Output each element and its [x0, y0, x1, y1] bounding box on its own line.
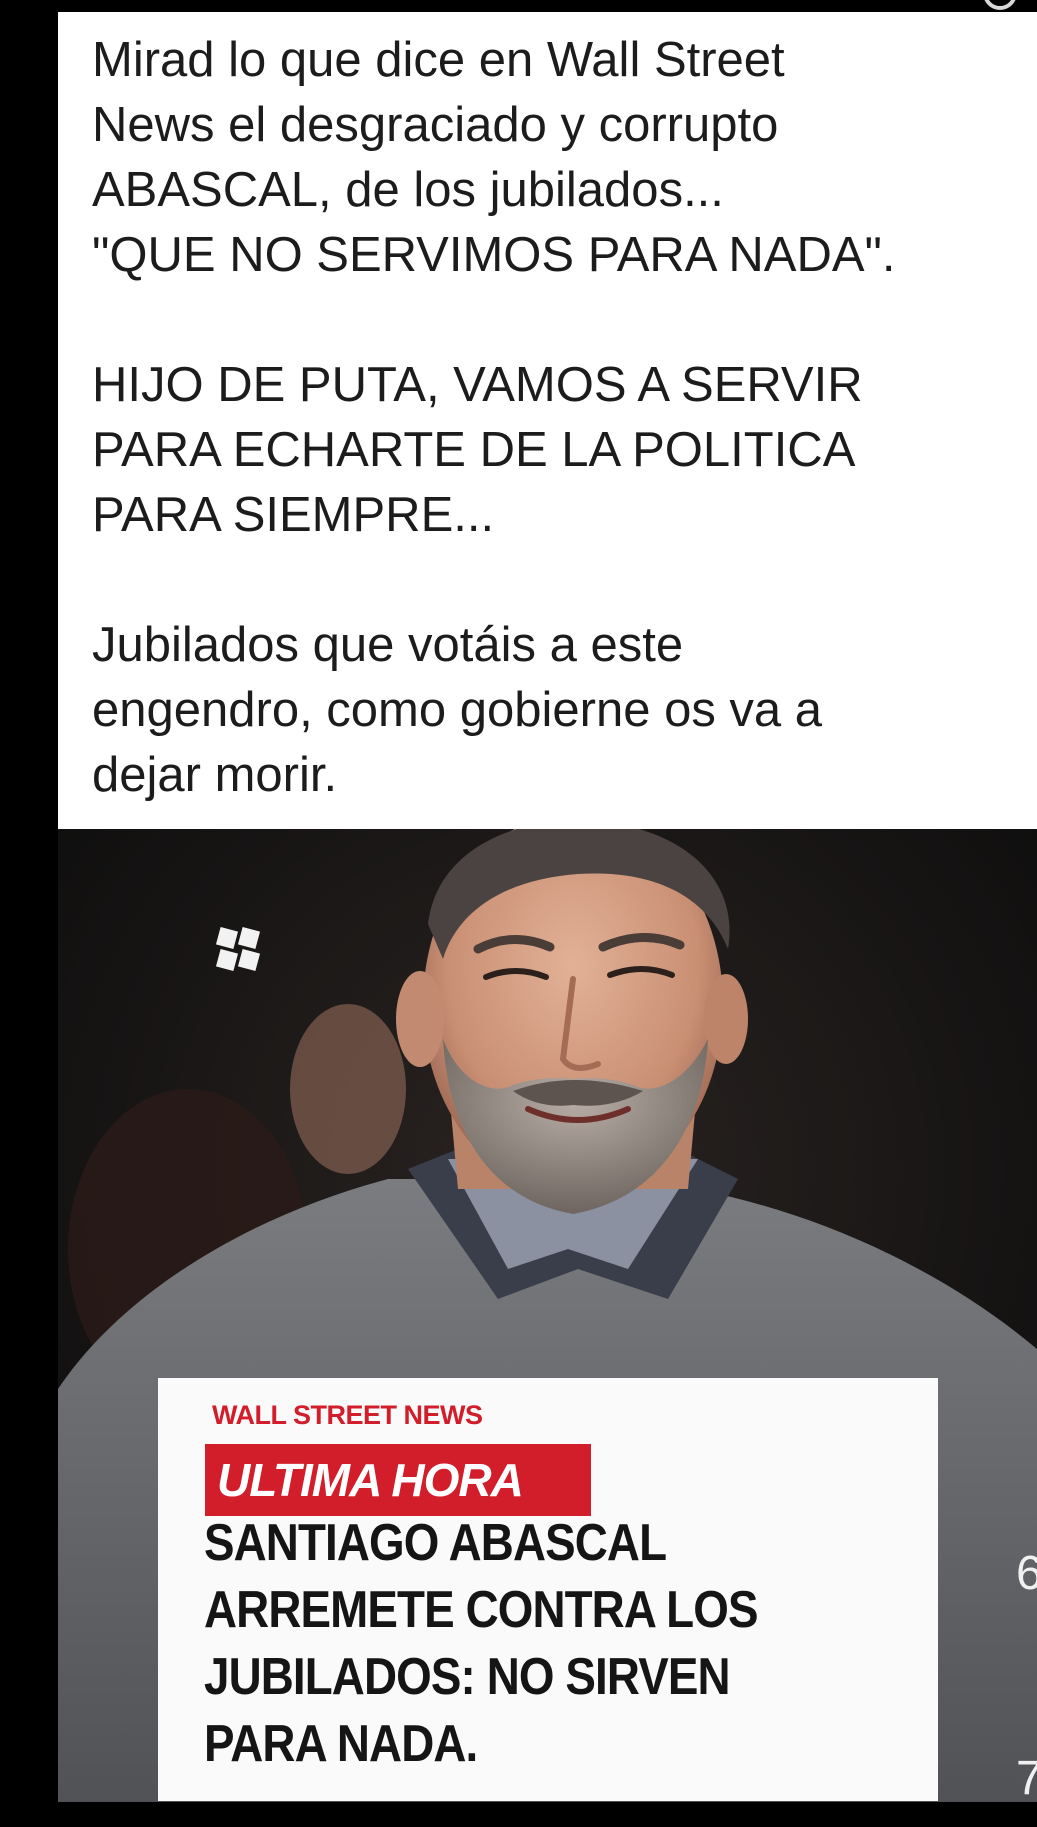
- top-strip: [0, 0, 1037, 12]
- post-paragraph-2: HIJO DE PUTA, VAMOS A SERVIR PARA ECHART…: [92, 358, 863, 542]
- bottom-bar: [0, 1802, 1037, 1827]
- post-paragraph-3: Jubilados que votáis a este engendro, co…: [92, 618, 823, 802]
- right-edge-fragment-2: 7: [1016, 1752, 1037, 1805]
- screen: Mirad lo que dice en Wall Street News el…: [0, 0, 1037, 1827]
- post-text: Mirad lo que dice en Wall Street News el…: [92, 28, 992, 873]
- news-headline: SANTIAGO ABASCAL ARREMETE CONTRA LOS JUB…: [204, 1514, 758, 1773]
- right-edge-fragment-1: 6: [1016, 1547, 1037, 1600]
- news-graphic: WALL STREET NEWS ULTIMA HORA SANTIAGO AB…: [158, 1378, 938, 1801]
- breaking-news-tag: ULTIMA HORA: [205, 1444, 591, 1516]
- news-source: WALL STREET NEWS: [212, 1400, 483, 1430]
- post-paragraph-1: Mirad lo que dice en Wall Street News el…: [92, 33, 896, 282]
